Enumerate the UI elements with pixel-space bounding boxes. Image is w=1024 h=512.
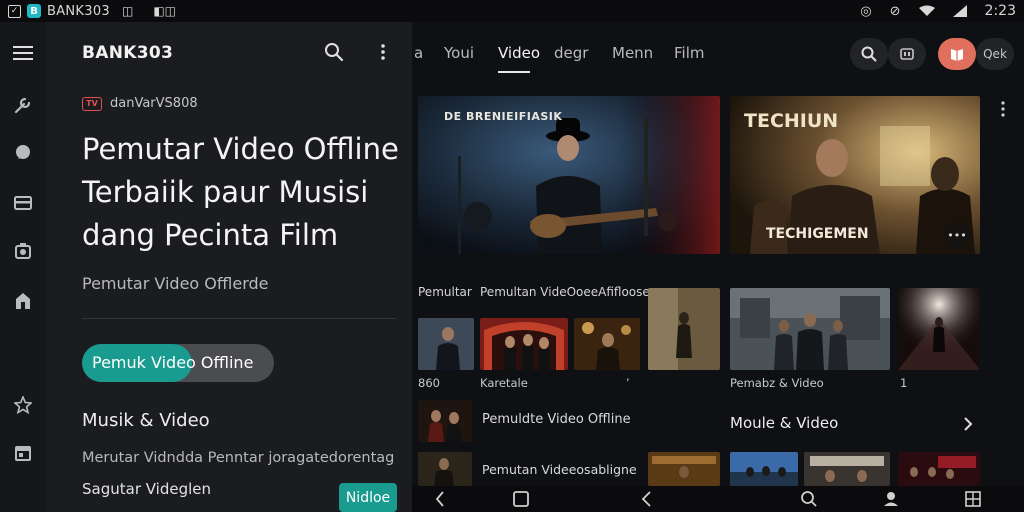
alarm-icon: ◎ (860, 3, 872, 19)
camera-icon[interactable] (12, 240, 34, 262)
back-icon[interactable] (432, 490, 450, 508)
signal-icon (952, 5, 967, 17)
tab-degr[interactable]: degr (554, 44, 588, 62)
hero-left-text: DE BRENIEIFIASIK (444, 110, 563, 123)
book-icon (951, 49, 963, 61)
status-time: 2:23 (984, 3, 1016, 19)
page-title: Pemutar Video Offline Terbaiik paur Musi… (82, 132, 399, 252)
chat-icon[interactable] (12, 142, 34, 164)
thumbnail-1[interactable] (418, 318, 474, 370)
thumbnail-9[interactable] (804, 452, 890, 486)
bottom-navigation-bar (412, 486, 1024, 512)
cast-button[interactable] (888, 38, 926, 70)
checkbox-icon: ✓ (8, 4, 21, 18)
subtitle: Pemutar Video Offlerde (82, 274, 269, 293)
tab-film[interactable]: Film (674, 44, 704, 62)
card-icon[interactable] (12, 192, 34, 214)
search-icon[interactable] (324, 42, 344, 62)
notification-icon-2: ◧◫ (153, 4, 177, 18)
offline-video-button[interactable]: Pemuk Video Offline (82, 344, 274, 382)
app-icon: B (27, 4, 41, 18)
search-icon (861, 46, 877, 62)
source-logo-icon: TV (82, 96, 102, 111)
tab-a[interactable]: a (414, 44, 423, 62)
calendar-icon[interactable] (12, 442, 34, 464)
list-thumbnail-2[interactable] (418, 452, 472, 486)
more-vertical-icon[interactable] (376, 42, 390, 62)
quick-button[interactable]: Qek (976, 38, 1014, 70)
thumbnail-4[interactable] (648, 288, 720, 370)
caption-c: ’ (626, 376, 630, 390)
section-title: Musik & Video (82, 410, 210, 431)
search-icon[interactable] (800, 490, 818, 508)
tab-youi[interactable]: Youi (444, 44, 474, 62)
navigation-rail (0, 22, 46, 512)
hero-right-title: TECHIUN (744, 110, 839, 132)
row-label-b: Pemultan VideOoeeAfifloose (480, 285, 650, 299)
section-header-right: Moule & Video (730, 414, 839, 432)
wifi-icon (918, 5, 935, 16)
thumbnail-5[interactable] (730, 288, 890, 370)
list-thumbnail-1[interactable] (418, 400, 472, 442)
wrench-icon[interactable] (12, 94, 34, 116)
video-button[interactable]: Nidloe (339, 483, 397, 512)
thumbnail-6[interactable] (898, 288, 980, 370)
list-item-title-2[interactable]: Pemutan Videeosabligne (482, 462, 637, 477)
status-carrier: BANK303 (47, 3, 110, 19)
tab-menn[interactable]: Menn (612, 44, 653, 62)
caption-a: 860 (418, 376, 440, 390)
description-line-1: Merutar Vidndda Penntar joragatedorentag (82, 450, 395, 466)
star-icon[interactable] (12, 394, 34, 416)
thumbnail-3[interactable] (574, 318, 640, 370)
source-label: danVarVS808 (110, 96, 198, 111)
library-button[interactable] (938, 38, 976, 70)
status-bar: ✓ B BANK303 ◫ ◧◫ ◎ ⊘ 2:23 (0, 0, 1024, 22)
drawer-panel: BANK303 TV danVarVS808 Pemutar Video Off… (46, 22, 412, 512)
caption-b: Karetale (480, 376, 528, 390)
thumbnail-2[interactable] (480, 318, 568, 370)
main-content: a Youi Video degr Menn Film Qek DE BRENI… (412, 22, 1024, 512)
tab-bar: a Youi Video degr Menn Film Qek (412, 22, 1024, 84)
grid-icon[interactable] (964, 490, 982, 508)
more-options-button[interactable]: ••• (944, 222, 970, 248)
dnd-icon: ⊘ (889, 3, 901, 19)
thumbnail-7[interactable] (648, 452, 720, 486)
source-row[interactable]: TV danVarVS808 (82, 96, 198, 111)
previous-icon[interactable] (638, 490, 656, 508)
cast-icon (900, 48, 914, 60)
hero-right-caption: TECHIGEMEN (766, 226, 869, 242)
chevron-right-icon[interactable] (962, 416, 974, 435)
profile-icon[interactable] (882, 490, 900, 508)
tab-indicator (498, 71, 530, 73)
row-label-a: Pemultar (418, 285, 472, 299)
more-vertical-icon[interactable] (1000, 100, 1006, 118)
home-icon[interactable] (12, 290, 34, 312)
square-icon[interactable] (512, 490, 530, 508)
hero-card-right[interactable]: TECHIUN TECHIGEMEN ••• (730, 96, 980, 254)
thumbnail-10[interactable] (898, 452, 980, 486)
caption-d: Pemabz & Video (730, 376, 824, 390)
divider (82, 318, 396, 319)
pill-label: Pemuk Video Offline (92, 353, 254, 372)
app-title: BANK303 (82, 43, 174, 63)
notification-icon: ◫ (121, 4, 134, 18)
description-line-2: Sagutar Videglen (82, 480, 212, 498)
caption-e: 1 (900, 376, 908, 390)
menu-icon[interactable] (12, 42, 34, 64)
thumbnail-8[interactable] (730, 452, 798, 486)
list-item-title-1[interactable]: Pemuldte Video Offline (482, 412, 631, 427)
tab-video[interactable]: Video (498, 44, 540, 62)
hero-card-left[interactable]: DE BRENIEIFIASIK (418, 96, 720, 254)
search-button[interactable] (850, 38, 888, 70)
